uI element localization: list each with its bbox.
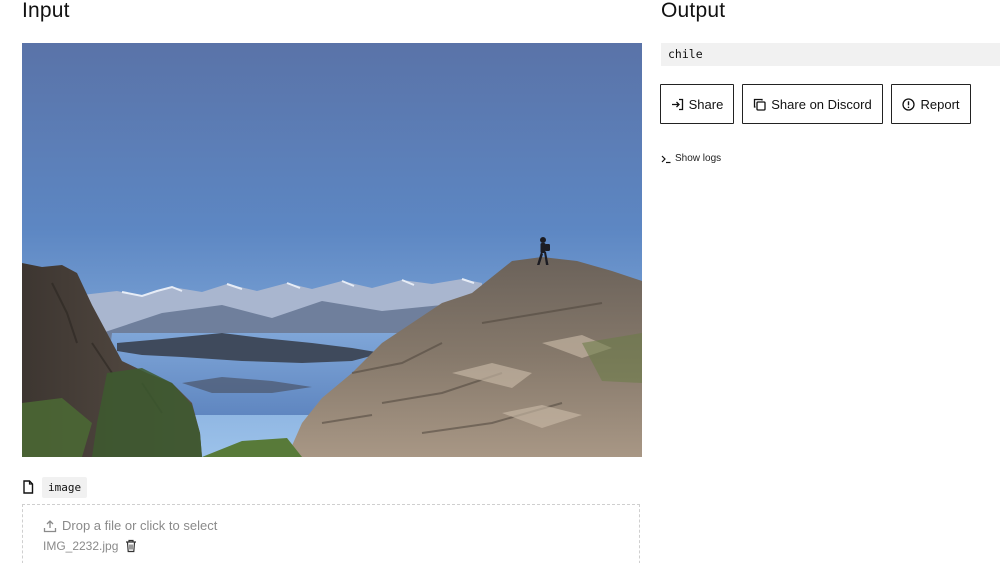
- upload-icon: [43, 519, 57, 533]
- dropzone-prompt[interactable]: Drop a file or click to select: [43, 518, 217, 533]
- show-logs-label: Show logs: [675, 153, 722, 164]
- copy-icon: [753, 98, 766, 111]
- report-button[interactable]: Report: [891, 84, 971, 124]
- share-button[interactable]: Share: [660, 84, 734, 124]
- alert-circle-icon: [902, 97, 916, 111]
- share-on-discord-label: Share on Discord: [771, 96, 872, 112]
- file-dropzone[interactable]: Drop a file or click to select IMG_2232.…: [22, 504, 640, 563]
- image-field-name: image: [42, 476, 88, 498]
- trash-icon[interactable]: [125, 539, 137, 553]
- dropzone-text: Drop a file or click to select: [62, 518, 218, 533]
- input-image[interactable]: [22, 43, 642, 457]
- share-arrow-icon: [671, 98, 684, 111]
- share-button-label: Share: [688, 96, 724, 112]
- selected-file: IMG_2232.jpg: [43, 539, 137, 553]
- show-logs-toggle[interactable]: Show logs: [661, 153, 721, 164]
- file-name: IMG_2232.jpg: [43, 539, 119, 553]
- image-field-label: image: [22, 476, 88, 498]
- report-button-label: Report: [920, 96, 960, 112]
- output-heading: Output: [661, 0, 726, 22]
- share-on-discord-button[interactable]: Share on Discord: [742, 84, 883, 124]
- output-value: chile: [661, 43, 1000, 66]
- terminal-icon: [661, 154, 671, 164]
- input-heading: Input: [22, 0, 70, 22]
- prediction-page: Input image Drop a file or click to sele…: [0, 0, 1000, 563]
- file-icon: [22, 480, 34, 494]
